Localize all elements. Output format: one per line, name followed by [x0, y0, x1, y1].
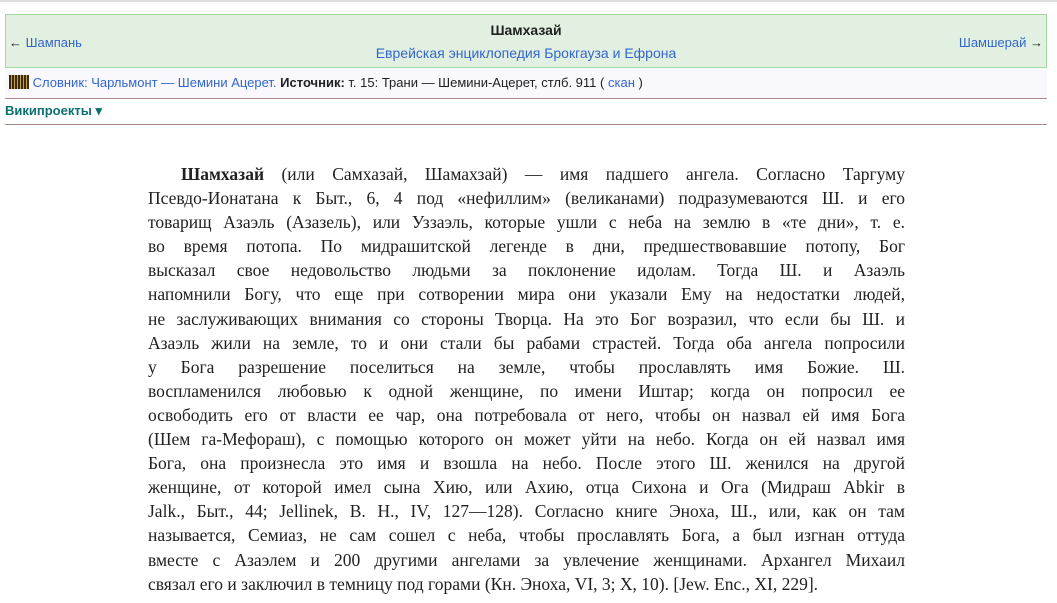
article-line: Jalk., Быт., 44; Jellinek, B. H., IV, 12… — [148, 499, 905, 523]
article-headword: Шамхазай — [181, 164, 265, 184]
article-line: вместе с Азаэлем и 200 другими ангелами … — [148, 548, 905, 572]
article-line: Азаэль жили на земле, то и они стали бы … — [148, 331, 905, 355]
article-line: Псевдо-Ионатана к Быт., 6, 4 под «нефилл… — [148, 186, 905, 210]
article-line: высказал свое недовольство людьми за пок… — [148, 258, 905, 282]
encyclopedia-link-wrap: Еврейская энциклопедия Брокгауза и Ефрон… — [6, 45, 1046, 61]
books-icon — [9, 75, 29, 89]
article-line-text: напомнили Богу, что еще при сотворении м… — [148, 284, 905, 305]
article-line-text: товарищ Азаэль (Азазель), или Уззаэль, к… — [148, 212, 905, 233]
article-line: Шамхазай (или Самхазай, Шамахзай) — имя … — [148, 162, 905, 186]
right-arrow-icon: → — [1030, 35, 1043, 50]
left-arrow-icon: ← — [9, 35, 22, 50]
article-line-text: женщине, от которой имел сына Хию, или А… — [148, 477, 905, 498]
article-line-text: связал его и заключил в темницу под гора… — [148, 573, 819, 594]
article-line: освободить его от власти ее чар, она пот… — [148, 403, 905, 427]
article-line-text: вместе с Азаэлем и 200 другими ангелами … — [148, 549, 905, 570]
article-line-text: воспламенился любовью к одной женщине, п… — [148, 380, 905, 401]
dropdown-arrow-icon: ▾ — [95, 103, 102, 118]
paren-close: ) — [638, 75, 643, 90]
wikiprojects-label: Википроекты — [5, 103, 92, 118]
source-text: т. 15: Трани — Шемини-Ацерет, стлб. 911 — [348, 75, 597, 90]
article-line-text: (или Самхазай, Шамахзай) — имя падшего а… — [281, 164, 905, 184]
top-divider — [0, 0, 1057, 2]
prev-article: ← Шампань — [9, 35, 82, 50]
article-line: называется, Семиаз, не сам сошел с неба,… — [148, 523, 905, 547]
slovnik-bar: Словник: Чарльмонт — Шемини Ацерет. Исто… — [5, 69, 1047, 99]
article-line-text: Бога, она произнесла это имя и взошла на… — [148, 453, 905, 474]
article-line: воспламенился любовью к одной женщине, п… — [148, 379, 905, 403]
article-line-text: освободить его от власти ее чар, она пот… — [148, 404, 905, 425]
article-line-text: Псевдо-Ионатана к Быт., 6, 4 под «нефилл… — [148, 188, 905, 209]
article-line: напомнили Богу, что еще при сотворении м… — [148, 282, 905, 306]
article-line-text: (Шем га-Мефораш), с помощью которого он … — [148, 429, 905, 450]
scan-link[interactable]: скан — [608, 75, 635, 90]
article-line: Бога, она произнесла это имя и взошла на… — [148, 451, 905, 475]
next-article: Шамшерай → — [959, 35, 1043, 50]
article-line-text: называется, Семиаз, не сам сошел с неба,… — [148, 525, 905, 546]
article-line: женщине, от которой имел сына Хию, или А… — [148, 475, 905, 499]
article-line-text: не заслуживающих внимания со стороны Тво… — [148, 308, 905, 329]
article-line-text: у Бога разрешение поселиться на земле, ч… — [148, 356, 905, 377]
article-line: у Бога разрешение поселиться на земле, ч… — [148, 355, 905, 379]
article-line: (Шем га-Мефораш), с помощью которого он … — [148, 427, 905, 451]
wikiprojects-toggle[interactable]: Википроекты ▾ — [5, 100, 1047, 125]
article-line-text: Jalk., Быт., 44; Jellinek, B. H., IV, 12… — [148, 501, 905, 522]
article-line-text: высказал свое недовольство людьми за пок… — [148, 260, 905, 281]
article-text: Шамхазай (или Самхазай, Шамахзай) — имя … — [148, 162, 905, 596]
slovnik-link[interactable]: Словник: Чарльмонт — Шемини Ацерет. — [33, 75, 277, 90]
source-label: Источник: — [280, 75, 345, 90]
encyclopedia-link[interactable]: Еврейская энциклопедия Брокгауза и Ефрон… — [376, 45, 677, 61]
article-line: во время потопа. По мидрашитской легенде… — [148, 234, 905, 258]
article-line-text: Азаэль жили на земле, то и они стали бы … — [148, 332, 905, 353]
paren-open: ( — [600, 75, 605, 90]
article-line: товарищ Азаэль (Азазель), или Уззаэль, к… — [148, 210, 905, 234]
next-article-link[interactable]: Шамшерай — [959, 35, 1026, 50]
header-box: Шамхазай Еврейская энциклопедия Брокгауз… — [5, 14, 1047, 68]
article-line-text: во время потопа. По мидрашитской легенде… — [148, 236, 905, 257]
article-line: не заслуживающих внимания со стороны Тво… — [148, 307, 905, 331]
article-line: связал его и заключил в темницу под гора… — [148, 572, 905, 596]
prev-article-link[interactable]: Шампань — [26, 35, 82, 50]
page-title: Шамхазай — [490, 22, 562, 38]
